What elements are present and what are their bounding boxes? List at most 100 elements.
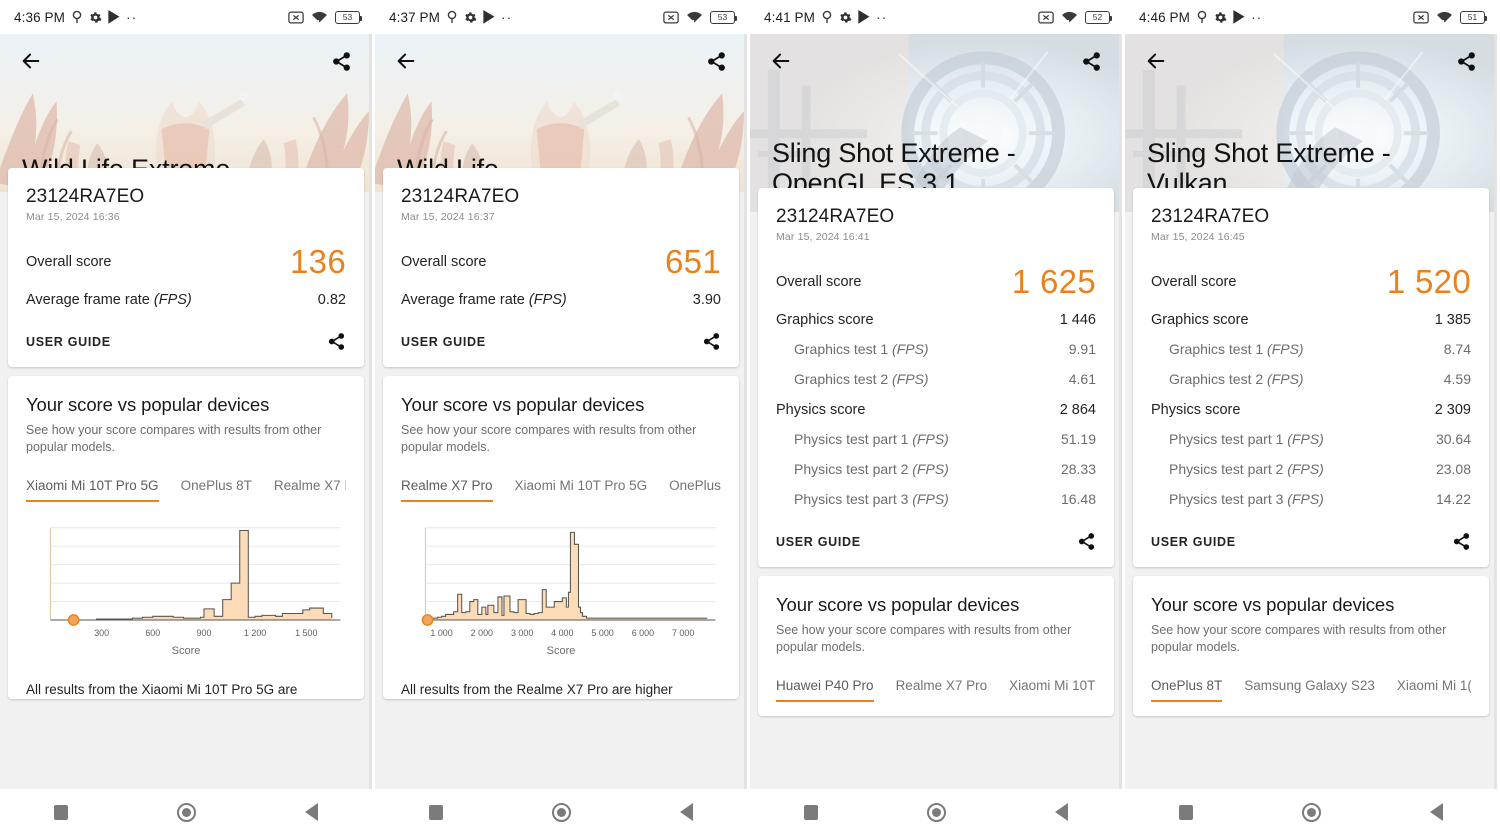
triangle-back-icon[interactable] bbox=[304, 803, 318, 821]
square-recents-icon[interactable] bbox=[1179, 804, 1194, 820]
device-tab-2[interactable]: Realme X7 I bbox=[274, 478, 346, 502]
device-tab-1[interactable]: Samsung Galaxy S23 bbox=[1244, 678, 1375, 702]
status-bar: 4:41 PM ·· 52 bbox=[750, 0, 1122, 34]
wifi-icon bbox=[1436, 11, 1453, 24]
device-tab-2[interactable]: Xiaomi Mi 10T bbox=[1009, 678, 1095, 702]
result-card: 23124RA7EO Mar 15, 2024 16:36 Overall sc… bbox=[8, 168, 364, 367]
device-tabs[interactable]: Realme X7 Pro Xiaomi Mi 10T Pro 5G OnePlus bbox=[401, 478, 721, 502]
device-tab-0[interactable]: Xiaomi Mi 10T Pro 5G bbox=[26, 478, 159, 502]
device-tab-2[interactable]: Xiaomi Mi 1( bbox=[1397, 678, 1471, 702]
device-tab-1[interactable]: Realme X7 Pro bbox=[896, 678, 988, 702]
compare-card: Your score vs popular devices See how yo… bbox=[1133, 576, 1489, 716]
score-row: Average frame rate (FPS) 3.90 bbox=[401, 286, 721, 316]
score-row-label: Physics test part 1 (FPS) bbox=[1169, 431, 1324, 447]
score-row: Physics test part 1 (FPS) 51.19 bbox=[776, 426, 1096, 456]
user-guide-row: USER GUIDE bbox=[776, 516, 1096, 553]
back-arrow-icon[interactable] bbox=[1145, 50, 1167, 72]
play-store-icon bbox=[108, 10, 120, 24]
triangle-back-icon[interactable] bbox=[1054, 803, 1068, 821]
device-tabs[interactable]: Xiaomi Mi 10T Pro 5G OnePlus 8T Realme X7 … bbox=[26, 478, 346, 502]
share-icon[interactable] bbox=[1456, 51, 1477, 72]
square-recents-icon[interactable] bbox=[429, 804, 444, 820]
wifi-icon bbox=[1061, 11, 1078, 24]
score-row-label: Physics test part 3 (FPS) bbox=[794, 491, 949, 507]
svg-text:4 000: 4 000 bbox=[551, 628, 573, 638]
scrollbar[interactable] bbox=[369, 0, 372, 835]
result-card: 23124RA7EO Mar 15, 2024 16:45 Overall sc… bbox=[1133, 188, 1489, 567]
square-recents-icon[interactable] bbox=[804, 804, 819, 820]
scrollbar[interactable] bbox=[744, 0, 747, 835]
score-list: Overall score 1 520 Graphics score 1 385… bbox=[1151, 263, 1471, 516]
status-bar: 4:46 PM ·· 51 bbox=[1125, 0, 1497, 34]
back-arrow-icon[interactable] bbox=[395, 50, 417, 72]
share-icon[interactable] bbox=[702, 332, 721, 351]
wifi-icon bbox=[311, 11, 328, 24]
battery-icon: 53 bbox=[335, 10, 362, 24]
triangle-back-icon[interactable] bbox=[1429, 803, 1443, 821]
user-guide-link[interactable]: USER GUIDE bbox=[26, 335, 111, 349]
run-timestamp: Mar 15, 2024 16:36 bbox=[26, 211, 120, 223]
device-tab-0[interactable]: Realme X7 Pro bbox=[401, 478, 493, 502]
screenshot-collage: 4:36 PM ·· 53 23124RA7EO Mar 15, 2024 16… bbox=[0, 0, 1500, 835]
no-sim-icon bbox=[663, 11, 679, 24]
compare-footnote: All results from the Realme X7 Pro are h… bbox=[401, 682, 673, 698]
chart-container: 300 600 900 1 200 1 500 Score bbox=[26, 524, 346, 657]
score-row: Physics test part 3 (FPS) 14.22 bbox=[1151, 486, 1471, 516]
score-row: Physics score 2 864 bbox=[776, 396, 1096, 426]
triangle-back-icon[interactable] bbox=[679, 803, 693, 821]
overall-score-label: Overall score bbox=[401, 253, 487, 270]
score-row-value: 1 385 bbox=[1434, 312, 1471, 328]
share-icon[interactable] bbox=[1081, 51, 1102, 72]
no-sim-icon bbox=[1413, 11, 1429, 24]
compare-footnote: All results from the Xiaomi Mi 10T Pro 5… bbox=[26, 682, 298, 698]
score-row-label: Physics test part 2 (FPS) bbox=[794, 461, 949, 477]
circle-home-icon[interactable] bbox=[1301, 802, 1321, 822]
device-tab-1[interactable]: Xiaomi Mi 10T Pro 5G bbox=[515, 478, 648, 502]
score-row-value: 2 864 bbox=[1059, 402, 1096, 418]
device-tab-2[interactable]: OnePlus bbox=[669, 478, 721, 502]
share-icon[interactable] bbox=[1077, 532, 1096, 551]
score-row-label: Graphics score bbox=[1151, 312, 1249, 328]
score-row-label: Graphics test 1 (FPS) bbox=[794, 341, 929, 357]
scrollbar[interactable] bbox=[1494, 0, 1497, 835]
score-list: Overall score 1 625 Graphics score 1 446… bbox=[776, 263, 1096, 516]
score-row: Graphics score 1 385 bbox=[1151, 306, 1471, 336]
score-row-label: Physics score bbox=[776, 402, 866, 418]
compare-title: Your score vs popular devices bbox=[776, 594, 1020, 615]
status-time: 4:41 PM bbox=[764, 9, 815, 25]
share-icon[interactable] bbox=[331, 51, 352, 72]
circle-home-icon[interactable] bbox=[176, 802, 196, 822]
circle-home-icon[interactable] bbox=[926, 802, 946, 822]
phone-screen-1: 4:36 PM ·· 53 23124RA7EO Mar 15, 2024 16… bbox=[0, 0, 375, 835]
circle-home-icon[interactable] bbox=[551, 802, 571, 822]
score-histogram: 1 000 2 000 3 000 4 000 5 000 6 000 7 000 bbox=[421, 527, 716, 638]
score-row: Physics test part 2 (FPS) 23.08 bbox=[1151, 456, 1471, 486]
status-bar: 4:36 PM ·· 53 bbox=[0, 0, 372, 34]
share-icon[interactable] bbox=[706, 51, 727, 72]
location-icon bbox=[71, 10, 83, 24]
device-tab-0[interactable]: Huawei P40 Pro bbox=[776, 678, 874, 702]
device-tab-0[interactable]: OnePlus 8T bbox=[1151, 678, 1223, 702]
more-dots-icon: ·· bbox=[875, 9, 888, 25]
score-row-label: Average frame rate (FPS) bbox=[26, 292, 192, 308]
device-tabs[interactable]: Huawei P40 Pro Realme X7 Pro Xiaomi Mi 10T bbox=[776, 678, 1096, 702]
user-guide-link[interactable]: USER GUIDE bbox=[776, 535, 861, 549]
score-row-value: 30.64 bbox=[1435, 431, 1471, 447]
square-recents-icon[interactable] bbox=[54, 804, 69, 820]
device-model: 23124RA7EO bbox=[26, 186, 145, 207]
share-icon[interactable] bbox=[327, 332, 346, 351]
back-arrow-icon[interactable] bbox=[20, 50, 42, 72]
user-guide-link[interactable]: USER GUIDE bbox=[1151, 535, 1236, 549]
user-guide-link[interactable]: USER GUIDE bbox=[401, 335, 486, 349]
compare-title: Your score vs popular devices bbox=[26, 394, 270, 415]
scrollbar[interactable] bbox=[1119, 0, 1122, 835]
overall-score-label: Overall score bbox=[1151, 273, 1237, 290]
overall-score-label: Overall score bbox=[776, 273, 862, 290]
share-icon[interactable] bbox=[1452, 532, 1471, 551]
device-tab-1[interactable]: OnePlus 8T bbox=[181, 478, 252, 502]
device-tabs[interactable]: OnePlus 8T Samsung Galaxy S23 Xiaomi Mi 1( bbox=[1151, 678, 1471, 702]
back-arrow-icon[interactable] bbox=[770, 50, 792, 72]
phone-screen-4: 4:46 PM ·· 51 Sling Shot Extreme - Vulka… bbox=[1125, 0, 1497, 835]
score-row: Graphics test 2 (FPS) 4.61 bbox=[776, 366, 1096, 396]
svg-text:5 000: 5 000 bbox=[591, 628, 613, 638]
